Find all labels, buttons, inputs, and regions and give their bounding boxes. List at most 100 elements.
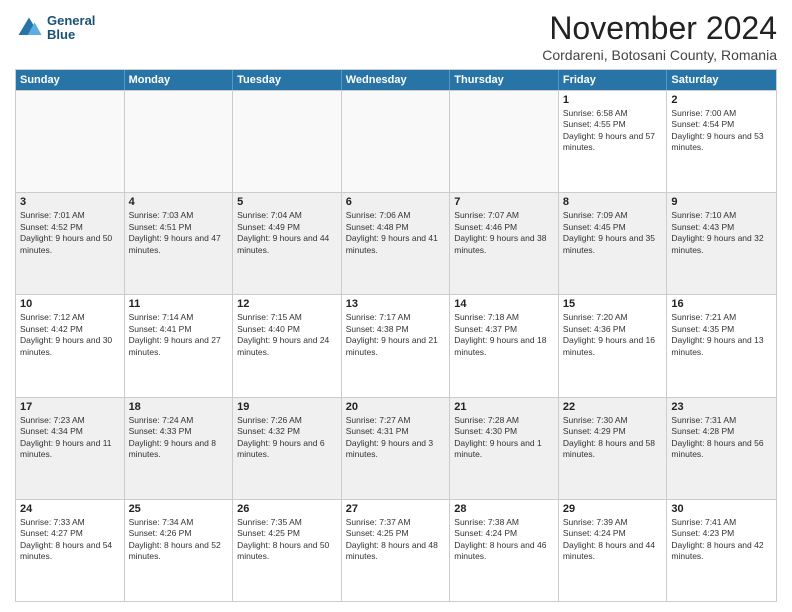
header: General Blue November 2024 Cordareni, Bo… [15, 10, 777, 63]
cal-cell: 13 Sunrise: 7:17 AM Sunset: 4:38 PM Dayli… [342, 295, 451, 396]
calendar: SundayMondayTuesdayWednesdayThursdayFrid… [15, 69, 777, 602]
day-number: 17 [20, 401, 120, 413]
day-detail: Sunrise: 7:28 AM Sunset: 4:30 PM Dayligh… [454, 415, 554, 461]
day-number: 12 [237, 298, 337, 310]
day-number: 20 [346, 401, 446, 413]
day-number: 5 [237, 196, 337, 208]
cal-cell: 20Sunrise: 7:27 AM Sunset: 4:31 PM Dayli… [342, 398, 451, 499]
day-detail: Sunrise: 7:37 AM Sunset: 4:25 PM Dayligh… [346, 517, 446, 563]
day-detail: Sunrise: 7:34 AM Sunset: 4:26 PM Dayligh… [129, 517, 229, 563]
page: General Blue November 2024 Cordareni, Bo… [0, 0, 792, 612]
cal-cell [16, 91, 125, 192]
cal-cell [450, 91, 559, 192]
day-number: 18 [129, 401, 229, 413]
day-detail: Sunrise: 7:06 AM Sunset: 4:48 PM Dayligh… [346, 210, 446, 256]
cal-cell: 24Sunrise: 7:33 AM Sunset: 4:27 PM Dayli… [16, 500, 125, 601]
day-number: 1 [563, 94, 663, 106]
cal-cell: 28 Sunrise: 7:38 AM Sunset: 4:24 PM Dayli… [450, 500, 559, 601]
day-number: 25 [129, 503, 229, 515]
cal-cell: 10 Sunrise: 7:12 AM Sunset: 4:42 PM Dayli… [16, 295, 125, 396]
day-detail: Sunrise: 7:00 AM Sunset: 4:54 PM Dayligh… [671, 108, 772, 154]
day-number: 3 [20, 196, 120, 208]
week-row-2: 3Sunrise: 7:01 AM Sunset: 4:52 PM Daylig… [16, 192, 776, 294]
week-row-5: 24Sunrise: 7:33 AM Sunset: 4:27 PM Dayli… [16, 499, 776, 601]
day-detail: Sunrise: 7:26 AM Sunset: 4:32 PM Dayligh… [237, 415, 337, 461]
day-number: 16 [671, 298, 772, 310]
header-cell-friday: Friday [559, 70, 668, 90]
cal-cell: 14 Sunrise: 7:18 AM Sunset: 4:37 PM Dayli… [450, 295, 559, 396]
day-number: 28 [454, 503, 554, 515]
day-detail: Sunrise: 7:18 AM Sunset: 4:37 PM Dayligh… [454, 312, 554, 358]
calendar-body: 1 Sunrise: 6:58 AM Sunset: 4:55 PM Daylig… [16, 90, 776, 601]
day-number: 11 [129, 298, 229, 310]
cal-cell: 18 Sunrise: 7:24 AM Sunset: 4:33 PM Dayli… [125, 398, 234, 499]
day-number: 2 [671, 94, 772, 106]
cal-cell: 6 Sunrise: 7:06 AM Sunset: 4:48 PM Daylig… [342, 193, 451, 294]
day-number: 9 [671, 196, 772, 208]
day-detail: Sunrise: 7:20 AM Sunset: 4:36 PM Dayligh… [563, 312, 663, 358]
cal-cell: 9 Sunrise: 7:10 AM Sunset: 4:43 PM Daylig… [667, 193, 776, 294]
day-detail: Sunrise: 7:04 AM Sunset: 4:49 PM Dayligh… [237, 210, 337, 256]
header-cell-thursday: Thursday [450, 70, 559, 90]
week-row-3: 10 Sunrise: 7:12 AM Sunset: 4:42 PM Dayli… [16, 294, 776, 396]
day-detail: Sunrise: 7:10 AM Sunset: 4:43 PM Dayligh… [671, 210, 772, 256]
day-detail: Sunrise: 6:58 AM Sunset: 4:55 PM Dayligh… [563, 108, 663, 154]
cal-cell: 26Sunrise: 7:35 AM Sunset: 4:25 PM Dayli… [233, 500, 342, 601]
cal-cell: 16 Sunrise: 7:21 AM Sunset: 4:35 PM Dayli… [667, 295, 776, 396]
header-cell-sunday: Sunday [16, 70, 125, 90]
cal-cell: 2 Sunrise: 7:00 AM Sunset: 4:54 PM Daylig… [667, 91, 776, 192]
day-number: 22 [563, 401, 663, 413]
day-detail: Sunrise: 7:30 AM Sunset: 4:29 PM Dayligh… [563, 415, 663, 461]
header-cell-saturday: Saturday [667, 70, 776, 90]
title-block: November 2024 Cordareni, Botosani County… [542, 10, 777, 63]
logo: General Blue [15, 14, 95, 43]
day-detail: Sunrise: 7:14 AM Sunset: 4:41 PM Dayligh… [129, 312, 229, 358]
day-number: 19 [237, 401, 337, 413]
cal-cell: 25 Sunrise: 7:34 AM Sunset: 4:26 PM Dayli… [125, 500, 234, 601]
day-number: 30 [671, 503, 772, 515]
day-detail: Sunrise: 7:23 AM Sunset: 4:34 PM Dayligh… [20, 415, 120, 461]
day-detail: Sunrise: 7:17 AM Sunset: 4:38 PM Dayligh… [346, 312, 446, 358]
day-number: 6 [346, 196, 446, 208]
day-detail: Sunrise: 7:31 AM Sunset: 4:28 PM Dayligh… [671, 415, 772, 461]
day-number: 23 [671, 401, 772, 413]
header-cell-tuesday: Tuesday [233, 70, 342, 90]
cal-cell: 11 Sunrise: 7:14 AM Sunset: 4:41 PM Dayli… [125, 295, 234, 396]
day-detail: Sunrise: 7:15 AM Sunset: 4:40 PM Dayligh… [237, 312, 337, 358]
cal-cell: 19 Sunrise: 7:26 AM Sunset: 4:32 PM Dayli… [233, 398, 342, 499]
cal-cell: 23 Sunrise: 7:31 AM Sunset: 4:28 PM Dayli… [667, 398, 776, 499]
logo-line1: General [47, 14, 95, 28]
day-detail: Sunrise: 7:07 AM Sunset: 4:46 PM Dayligh… [454, 210, 554, 256]
logo-text: General Blue [47, 14, 95, 43]
cal-cell: 17 Sunrise: 7:23 AM Sunset: 4:34 PM Dayli… [16, 398, 125, 499]
header-cell-monday: Monday [125, 70, 234, 90]
cal-cell: 1 Sunrise: 6:58 AM Sunset: 4:55 PM Daylig… [559, 91, 668, 192]
day-detail: Sunrise: 7:24 AM Sunset: 4:33 PM Dayligh… [129, 415, 229, 461]
day-detail: Sunrise: 7:41 AM Sunset: 4:23 PM Dayligh… [671, 517, 772, 563]
day-number: 4 [129, 196, 229, 208]
logo-line2: Blue [47, 28, 95, 42]
day-detail: Sunrise: 7:21 AM Sunset: 4:35 PM Dayligh… [671, 312, 772, 358]
cal-cell [233, 91, 342, 192]
day-number: 10 [20, 298, 120, 310]
cal-cell: 12 Sunrise: 7:15 AM Sunset: 4:40 PM Dayli… [233, 295, 342, 396]
day-number: 13 [346, 298, 446, 310]
day-number: 27 [346, 503, 446, 515]
cal-cell: 8Sunrise: 7:09 AM Sunset: 4:45 PM Daylig… [559, 193, 668, 294]
cal-cell: 22 Sunrise: 7:30 AM Sunset: 4:29 PM Dayli… [559, 398, 668, 499]
cal-cell: 7 Sunrise: 7:07 AM Sunset: 4:46 PM Daylig… [450, 193, 559, 294]
day-number: 24 [20, 503, 120, 515]
day-detail: Sunrise: 7:03 AM Sunset: 4:51 PM Dayligh… [129, 210, 229, 256]
cal-cell: 30 Sunrise: 7:41 AM Sunset: 4:23 PM Dayli… [667, 500, 776, 601]
day-number: 14 [454, 298, 554, 310]
day-number: 29 [563, 503, 663, 515]
cal-cell: 21 Sunrise: 7:28 AM Sunset: 4:30 PM Dayli… [450, 398, 559, 499]
month-title: November 2024 [542, 10, 777, 47]
day-number: 7 [454, 196, 554, 208]
day-number: 21 [454, 401, 554, 413]
cal-cell: 27 Sunrise: 7:37 AM Sunset: 4:25 PM Dayli… [342, 500, 451, 601]
day-detail: Sunrise: 7:09 AM Sunset: 4:45 PM Dayligh… [563, 210, 663, 256]
day-detail: Sunrise: 7:38 AM Sunset: 4:24 PM Dayligh… [454, 517, 554, 563]
day-detail: Sunrise: 7:39 AM Sunset: 4:24 PM Dayligh… [563, 517, 663, 563]
day-detail: Sunrise: 7:12 AM Sunset: 4:42 PM Dayligh… [20, 312, 120, 358]
